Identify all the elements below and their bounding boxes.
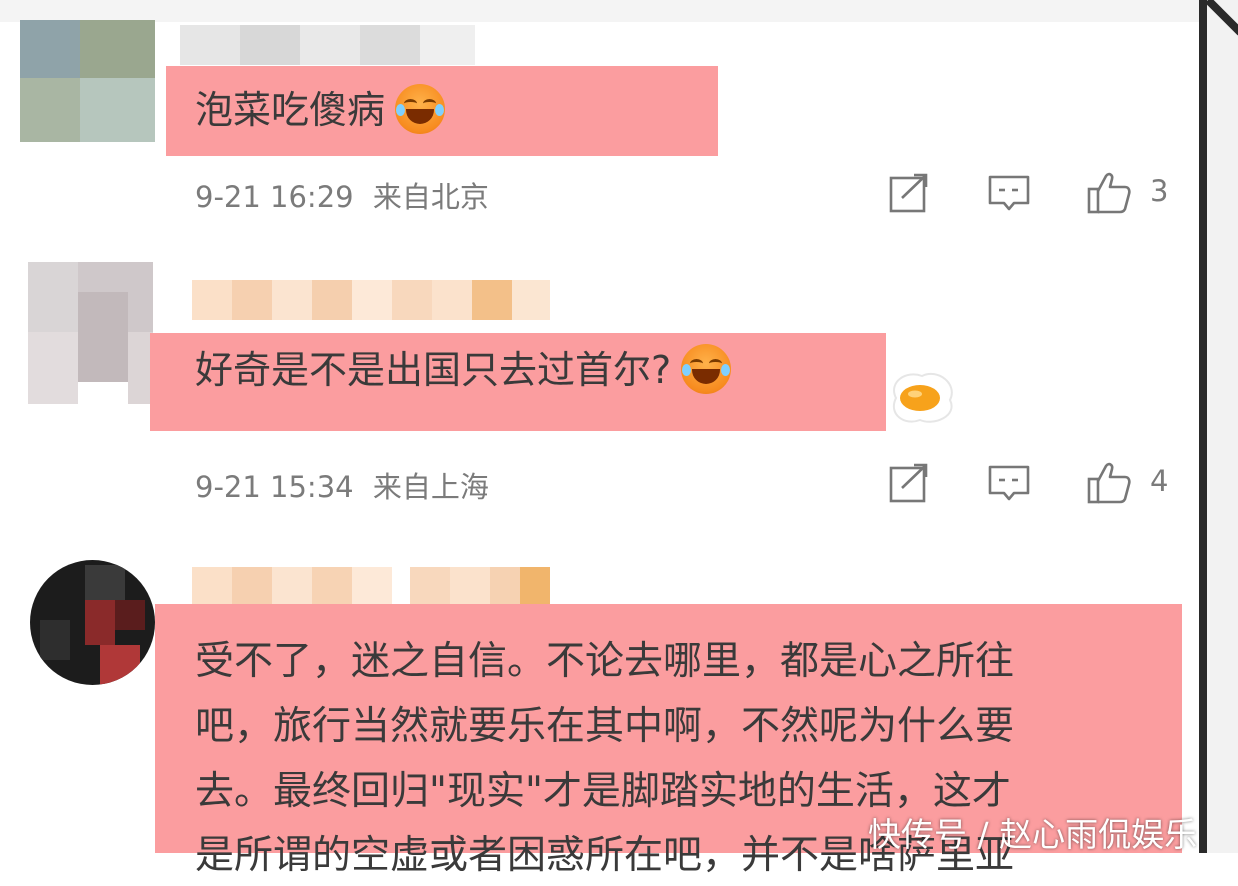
comment-content: 好奇是不是出国只去过首尔? xyxy=(195,348,672,392)
username-blurred[interactable] xyxy=(192,567,550,607)
comment-line: 受不了，迷之自信。不论去哪里，都是心之所往 xyxy=(195,639,1015,684)
fried-egg-sticker-icon xyxy=(893,373,953,423)
avatar[interactable] xyxy=(30,560,155,685)
comment-time: 9-21 15:34 xyxy=(195,470,354,504)
repost-icon[interactable] xyxy=(888,172,930,214)
avatar[interactable] xyxy=(28,262,153,404)
username-blurred[interactable] xyxy=(192,280,550,320)
comment-icon[interactable] xyxy=(988,172,1030,214)
username-blurred[interactable] xyxy=(180,25,475,65)
comment-line: 吧，旅行当然就要乐在其中啊，不然呢为什么要 xyxy=(195,704,1015,749)
watermark: 快传号 / 赵心雨侃娱乐 xyxy=(868,815,1198,854)
comment-text: 好奇是不是出国只去过首尔? xyxy=(195,340,732,400)
comment-location: 来自上海 xyxy=(372,470,489,504)
screenshot-border xyxy=(1199,0,1207,853)
comment-text: 泡菜吃傻病 xyxy=(195,80,446,140)
repost-icon[interactable] xyxy=(888,462,930,504)
comment-meta: 9-21 15:34 来自上海 xyxy=(195,464,489,506)
right-margin xyxy=(1207,0,1238,853)
top-strip xyxy=(0,0,1238,22)
laughing-crying-emoji-icon xyxy=(681,343,732,394)
comment-meta: 9-21 16:29 来自北京 xyxy=(195,174,489,216)
comment-content: 泡菜吃傻病 xyxy=(195,88,386,132)
like-count: 3 xyxy=(1150,174,1169,208)
comment-time: 9-21 16:29 xyxy=(195,180,354,214)
comment-icon[interactable] xyxy=(988,462,1030,504)
avatar[interactable] xyxy=(20,20,155,142)
like-count: 4 xyxy=(1150,464,1169,498)
comment-location: 来自北京 xyxy=(372,180,489,214)
thumbs-up-icon[interactable] xyxy=(1086,460,1132,506)
thumbs-up-icon[interactable] xyxy=(1086,170,1132,216)
laughing-crying-emoji-icon xyxy=(395,83,446,134)
